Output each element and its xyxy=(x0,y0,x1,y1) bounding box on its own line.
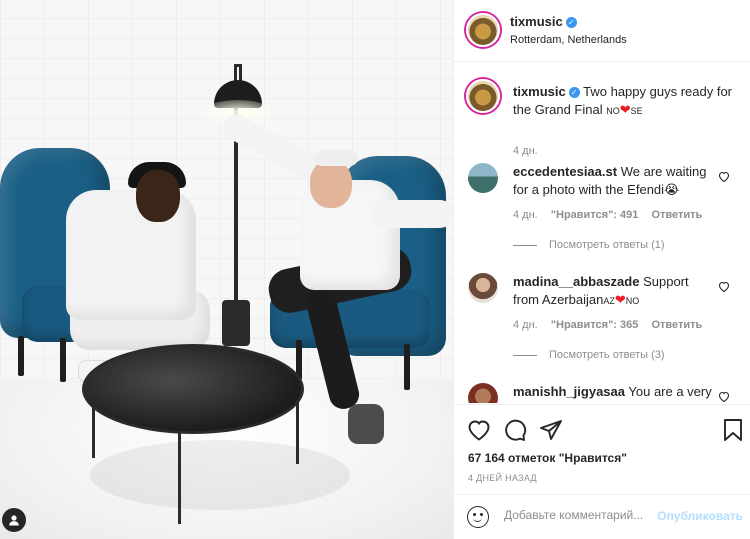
view-replies-button[interactable]: Посмотреть ответы (3) xyxy=(513,349,665,361)
add-comment-bar: Опубликовать xyxy=(454,494,750,539)
comment-username[interactable]: manishh_jigyasaa xyxy=(513,384,625,399)
crying-emoji-icon: 😭 xyxy=(664,182,680,197)
comment-bubble-icon[interactable] xyxy=(502,417,528,443)
person-right-shoe xyxy=(348,404,384,444)
comment-meta: 4 дн. "Нравится": 365 Ответить xyxy=(513,319,712,331)
verified-badge-icon: ✓ xyxy=(565,17,577,28)
caption-flag-code: SE xyxy=(630,106,643,116)
divider xyxy=(513,244,537,246)
avatar[interactable] xyxy=(468,383,498,403)
comment-input[interactable] xyxy=(504,508,654,522)
comment-flag-code: AZ xyxy=(603,296,615,306)
comment-text: eccedentesiaa.st We are waiting for a ph… xyxy=(513,163,713,199)
heart-emoji-icon: ❤ xyxy=(614,292,626,307)
publish-button[interactable]: Опубликовать xyxy=(657,509,743,523)
person-left-head xyxy=(136,170,180,222)
view-replies-label[interactable]: Посмотреть ответы (3) xyxy=(549,349,665,361)
reply-button[interactable]: Ответить xyxy=(651,319,702,331)
bookmark-save-icon[interactable] xyxy=(720,417,746,443)
comment-likes[interactable]: "Нравится": 365 xyxy=(551,319,639,331)
comment-time[interactable]: 4 дн. xyxy=(513,319,538,331)
post-sidebar: tixmusic ✓ Rotterdam, Netherlands tixmusi… xyxy=(453,0,750,539)
comment-text: madina__abbaszade Support from Azerbaija… xyxy=(513,273,713,310)
comments-list[interactable]: tixmusic ✓ Two happy guys ready for the G… xyxy=(454,63,750,403)
post-author[interactable]: tixmusic ✓ xyxy=(510,14,577,29)
chair-leg xyxy=(60,338,66,382)
comment-text: manishh_jigyasaa You are a very xyxy=(513,383,713,401)
person-right-head xyxy=(310,160,352,208)
chair-leg xyxy=(18,336,24,376)
like-comment-icon[interactable] xyxy=(718,171,730,185)
comment-flag-code: NO xyxy=(625,296,640,306)
comment-time[interactable]: 4 дн. xyxy=(513,209,538,221)
like-comment-icon[interactable] xyxy=(718,391,730,403)
like-comment-icon[interactable] xyxy=(718,281,730,295)
avatar[interactable] xyxy=(466,79,500,113)
heart-emoji-icon: ❤ xyxy=(619,102,631,117)
post-photo[interactable] xyxy=(0,0,453,539)
table-leg xyxy=(178,420,181,524)
post-header: tixmusic ✓ Rotterdam, Netherlands xyxy=(454,0,750,62)
glass-coffee-table xyxy=(82,344,304,434)
caption-text: tixmusic ✓ Two happy guys ready for the G… xyxy=(513,83,743,120)
post-date[interactable]: 4 ДНЕЙ НАЗАД xyxy=(468,473,537,483)
avatar[interactable] xyxy=(468,273,498,303)
view-replies-label[interactable]: Посмотреть ответы (1) xyxy=(549,239,665,251)
share-send-icon[interactable] xyxy=(538,417,564,443)
verified-badge-icon: ✓ xyxy=(568,87,580,98)
caption-time[interactable]: 4 дн. xyxy=(513,145,538,157)
emoji-picker-icon[interactable] xyxy=(467,506,489,528)
comment-meta: 4 дн. "Нравится": 491 Ответить xyxy=(513,209,712,221)
reply-button[interactable]: Ответить xyxy=(651,209,702,221)
avatar[interactable] xyxy=(466,13,500,47)
comment-body: You are a very xyxy=(628,384,712,399)
like-heart-icon[interactable] xyxy=(466,417,492,443)
caption-username[interactable]: tixmusic xyxy=(513,84,566,99)
comment-username[interactable]: madina__abbaszade xyxy=(513,274,639,289)
post-actions: 67 164 отметок "Нравится" 4 ДНЕЙ НАЗАД xyxy=(454,404,750,494)
divider xyxy=(513,354,537,356)
tagged-accounts-icon[interactable] xyxy=(2,508,26,532)
caption-flag-code: NO xyxy=(606,106,620,116)
username[interactable]: tixmusic xyxy=(510,14,563,29)
person-right-arm xyxy=(370,200,453,228)
likes-count[interactable]: 67 164 отметок "Нравится" xyxy=(468,451,627,465)
chair-leg xyxy=(404,344,410,390)
person-right-headband xyxy=(314,150,358,166)
avatar[interactable] xyxy=(468,163,498,193)
view-replies-button[interactable]: Посмотреть ответы (1) xyxy=(513,239,665,251)
comment-username[interactable]: eccedentesiaa.st xyxy=(513,164,617,179)
comment-likes[interactable]: "Нравится": 491 xyxy=(551,209,639,221)
post-location[interactable]: Rotterdam, Netherlands xyxy=(510,34,627,46)
floor-shadow xyxy=(90,440,350,510)
lamp-base xyxy=(222,300,250,346)
